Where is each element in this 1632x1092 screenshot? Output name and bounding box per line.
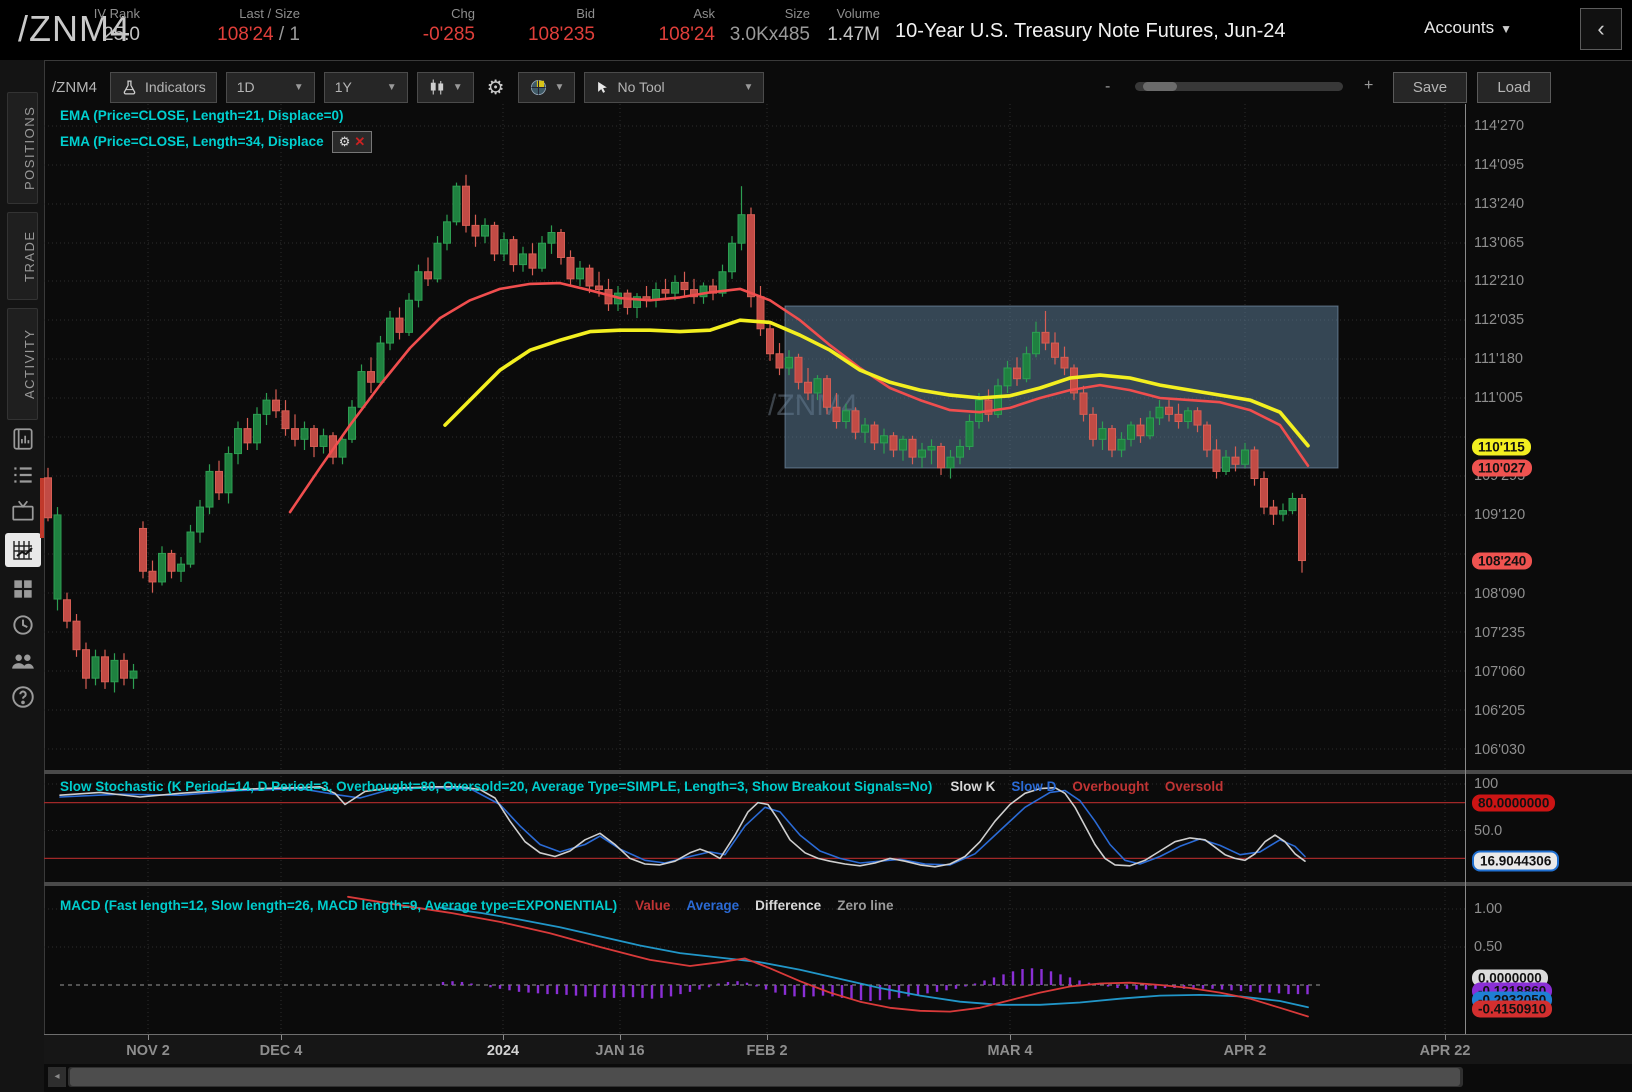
axis-value-badge: 108'240 <box>1472 552 1533 570</box>
axis-tick-label: 106'030 <box>1474 742 1526 758</box>
study-settings-gear-icon[interactable]: ⚙ <box>339 134 351 150</box>
study-remove-icon[interactable]: ✕ <box>354 134 365 150</box>
scroll-left-button[interactable]: ◂ <box>48 1067 66 1087</box>
axis-tick-label: 112'035 <box>1474 312 1525 328</box>
ema21-study-label: EMA (Price=CLOSE, Length=21, Displace=0) <box>60 108 344 123</box>
axis-tick-label: 107'235 <box>1474 625 1526 641</box>
axis-tick-label: 106'205 <box>1474 703 1526 719</box>
time-axis[interactable]: NOV 2 DEC 4 2024 JAN 16 FEB 2 MAR 4 APR 2 APR 2… <box>44 1034 1632 1064</box>
time-tick <box>767 1035 768 1040</box>
legend-item: Zero line <box>837 898 894 913</box>
app-window: /ZNM4 IV Rank 25.0 Last / Size 108'24 / 1 Ch… <box>0 0 1632 1092</box>
legend-item: Average <box>686 898 740 913</box>
time-tick <box>1445 1035 1446 1040</box>
ema34-study-label: EMA (Price=CLOSE, Length=34, Displace <box>60 134 324 149</box>
legend-item: Slow K <box>950 779 996 794</box>
time-tick-label: NOV 2 <box>126 1043 170 1059</box>
time-tick-label: DEC 4 <box>259 1043 303 1059</box>
legend-item: Oversold <box>1164 779 1224 794</box>
legend-item: Value <box>635 898 671 913</box>
scrollbar-thumb[interactable] <box>70 1068 1460 1086</box>
time-tick <box>503 1035 504 1040</box>
axis-value-badge: 110'115 <box>1472 438 1531 456</box>
price-axis[interactable]: 114'270 114'095 113'240 113'065 112'210 112'0… <box>1465 104 1632 1034</box>
legend-item: Slow D <box>1011 779 1057 794</box>
axis-value-badge: -0.4150910 <box>1472 1000 1553 1018</box>
axis-tick-label: 114'095 <box>1474 157 1525 173</box>
axis-tick-label: 113'240 <box>1474 196 1525 212</box>
axis-tick-label: 114'270 <box>1474 118 1525 134</box>
chart-scroll-row: ◂ <box>44 1064 1632 1092</box>
macd-legend: Value Average Difference Zero line <box>635 898 893 913</box>
axis-tick-label: 111'180 <box>1474 351 1524 367</box>
stochastic-header: Slow Stochastic (K Period=14, D Period=3… <box>60 779 1223 794</box>
stochastic-legend: Slow K Slow D Overbought Oversold <box>950 779 1223 794</box>
time-tick-label: FEB 2 <box>746 1043 788 1059</box>
time-tick <box>281 1035 282 1040</box>
axis-tick-label: 1.00 <box>1474 901 1503 917</box>
axis-tick-label: 111'005 <box>1474 390 1524 406</box>
axis-tick-label: 107'060 <box>1474 664 1526 680</box>
time-tick-label: MAR 4 <box>987 1043 1033 1059</box>
horizontal-scrollbar[interactable] <box>68 1067 1463 1087</box>
axis-value-badge: 16.9044306 <box>1472 850 1560 872</box>
axis-tick-label: 100 <box>1474 776 1499 792</box>
time-tick <box>620 1035 621 1040</box>
study-edit-controls: ⚙ ✕ <box>332 131 372 153</box>
time-tick-label: APR 22 <box>1419 1043 1471 1059</box>
time-tick <box>1010 1035 1011 1040</box>
axis-tick-label: 113'065 <box>1474 235 1525 251</box>
price-chart[interactable]: /ZNM4 <box>0 0 1632 1092</box>
macd-study-label: MACD (Fast length=12, Slow length=26, MA… <box>60 898 618 913</box>
stochastic-study-label: Slow Stochastic (K Period=14, D Period=3… <box>60 779 933 794</box>
axis-value-badge: 80.0000000 <box>1472 794 1556 812</box>
time-tick-label: 2024 <box>486 1043 520 1059</box>
time-tick-label: JAN 16 <box>595 1043 645 1059</box>
axis-tick-label: 0.50 <box>1474 939 1503 955</box>
time-tick <box>148 1035 149 1040</box>
axis-tick-label: 50.0 <box>1474 823 1503 839</box>
legend-item: Overbought <box>1072 779 1149 794</box>
legend-item: Difference <box>755 898 822 913</box>
time-tick-label: APR 2 <box>1223 1043 1267 1059</box>
axis-tick-label: 109'120 <box>1474 507 1526 523</box>
time-tick <box>1245 1035 1246 1040</box>
axis-value-badge: 110'027 <box>1472 459 1532 477</box>
axis-tick-label: 112'210 <box>1474 273 1525 289</box>
axis-tick-label: 108'090 <box>1474 586 1526 602</box>
macd-header: MACD (Fast length=12, Slow length=26, MA… <box>60 898 893 913</box>
